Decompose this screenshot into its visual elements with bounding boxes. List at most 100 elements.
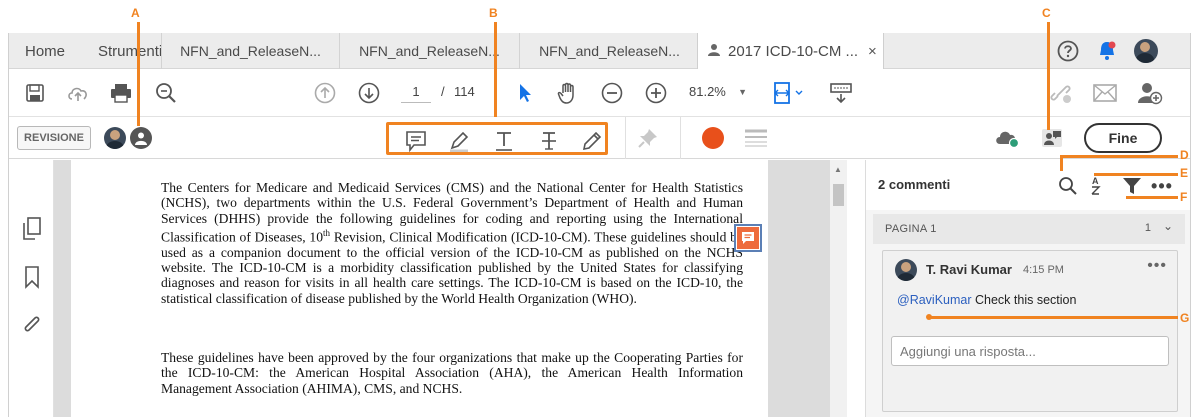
- save-icon[interactable]: [21, 79, 49, 107]
- annotation-line-b: [494, 22, 497, 117]
- text-strikethrough-icon[interactable]: [536, 129, 562, 153]
- sticky-note-marker[interactable]: [734, 224, 762, 252]
- page-number-input[interactable]: 1: [401, 81, 431, 103]
- previous-page-icon[interactable]: [311, 79, 339, 107]
- fit-page-icon[interactable]: [769, 79, 809, 107]
- comment-body: @RaviKumar Check this section: [897, 293, 1076, 307]
- scroll-up-icon[interactable]: ▲: [834, 165, 842, 174]
- tab-home-label: Home: [25, 42, 66, 60]
- attachment-icon[interactable]: [20, 312, 44, 338]
- superscript-th: th: [323, 227, 331, 238]
- notification-bell-icon[interactable]: [1094, 37, 1120, 65]
- hand-tool-icon[interactable]: [554, 79, 582, 107]
- main-toolbar: 1 / 114 81.2% ▼: [9, 69, 1190, 117]
- sticky-note-icon[interactable]: [403, 129, 429, 153]
- tab-document-2-label: NFN_and_ReleaseN...: [359, 43, 500, 59]
- annotation-label-a: A: [131, 6, 140, 20]
- reply-input[interactable]: Aggiungi una risposta...: [891, 336, 1169, 366]
- tab-document-3-label: NFN_and_ReleaseN...: [539, 43, 680, 59]
- page-group-header[interactable]: PAGINA 1 1 ⌄: [873, 214, 1185, 244]
- left-navigation-rail: [9, 160, 54, 417]
- annotation-label-f: F: [1180, 190, 1188, 204]
- zoom-out-icon[interactable]: [598, 79, 626, 107]
- person-icon: [708, 43, 720, 60]
- tab-document-active-label: 2017 ICD-10-CM ...: [728, 43, 859, 60]
- scroll-mode-icon[interactable]: [827, 79, 855, 107]
- email-icon[interactable]: [1091, 79, 1119, 107]
- more-options-icon[interactable]: •••: [1150, 174, 1174, 198]
- chevron-down-icon[interactable]: ⌄: [1163, 219, 1173, 233]
- close-tab-icon[interactable]: ×: [868, 43, 877, 60]
- pdf-page: The Centers for Medicare and Medicaid Se…: [71, 160, 768, 417]
- comment-mention[interactable]: @RaviKumar: [897, 293, 972, 307]
- done-button[interactable]: Fine: [1084, 123, 1162, 153]
- text-underline-icon[interactable]: [491, 129, 517, 153]
- annotation-label-b: B: [489, 6, 498, 20]
- sort-comments-icon[interactable]: A: [1088, 174, 1112, 198]
- tab-document-1-label: NFN_and_ReleaseN...: [180, 43, 321, 59]
- tab-document-2[interactable]: NFN_and_ReleaseN...: [339, 33, 519, 69]
- tab-document-active[interactable]: 2017 ICD-10-CM ... ×: [697, 33, 884, 70]
- review-mode-button[interactable]: REVISIONE: [17, 126, 91, 150]
- tab-tools[interactable]: Strumenti: [98, 33, 168, 69]
- zoom-level-value: 81.2%: [689, 84, 726, 99]
- comments-pane-header: 2 commenti A •••: [866, 160, 1190, 210]
- annotation-line-f: [1126, 196, 1178, 199]
- comment-author-avatar: [895, 259, 917, 281]
- print-icon[interactable]: [107, 79, 135, 107]
- annotation-line-d: [1060, 155, 1178, 158]
- document-scrollbar[interactable]: ▲: [830, 160, 847, 417]
- scrollbar-thumb[interactable]: [833, 184, 844, 206]
- pin-icon[interactable]: [635, 126, 661, 150]
- annotation-label-d: D: [1180, 148, 1189, 162]
- comment-tools-group: [386, 122, 608, 155]
- bookmark-icon[interactable]: [20, 264, 44, 290]
- zoom-in-icon[interactable]: [642, 79, 670, 107]
- pencil-draw-icon[interactable]: [579, 129, 605, 153]
- svg-text:A: A: [1092, 176, 1099, 186]
- filter-comments-icon[interactable]: [1120, 174, 1144, 198]
- line-weight-icon[interactable]: [743, 126, 769, 150]
- reviewer-avatar[interactable]: [104, 127, 126, 149]
- chevron-down-icon: ▼: [738, 87, 747, 97]
- comments-panel-icon[interactable]: [1039, 126, 1065, 150]
- page-group-count: 1: [1144, 222, 1151, 234]
- tab-tools-label: Strumenti: [98, 42, 163, 60]
- help-icon[interactable]: [1055, 37, 1081, 65]
- annotation-dot-g: [926, 314, 932, 320]
- color-picker-swatch[interactable]: [702, 127, 724, 149]
- review-toolbar: REVISIONE Fine: [9, 117, 1190, 159]
- annotation-line-a: [137, 22, 140, 126]
- add-user-icon[interactable]: [1136, 79, 1164, 107]
- comment-author: T. Ravi Kumar: [926, 262, 1012, 277]
- comment-card[interactable]: T. Ravi Kumar 4:15 PM ••• @RaviKumar Che…: [882, 250, 1178, 412]
- annotation-line-e: [1094, 173, 1178, 176]
- participant-person-icon[interactable]: [130, 127, 152, 149]
- comments-count: 2 commenti: [878, 177, 951, 192]
- annotation-line-d-drop: [1060, 155, 1063, 171]
- next-page-icon[interactable]: [355, 79, 383, 107]
- comment-more-icon[interactable]: •••: [1147, 257, 1167, 275]
- highlight-pen-icon[interactable]: [446, 129, 472, 153]
- annotation-line-c: [1047, 22, 1050, 130]
- zoom-search-icon[interactable]: [152, 79, 180, 107]
- tab-home[interactable]: Home: [25, 33, 95, 69]
- user-avatar[interactable]: [1133, 37, 1159, 65]
- tab-document-3[interactable]: NFN_and_ReleaseN...: [519, 33, 699, 69]
- page-total: 114: [454, 84, 475, 99]
- page-separator: /: [441, 84, 445, 99]
- divider: [625, 117, 626, 159]
- zoom-level-select[interactable]: 81.2% ▼: [679, 80, 751, 104]
- divider: [680, 117, 681, 159]
- select-arrow-icon[interactable]: [511, 79, 539, 107]
- page-thumbnails-icon[interactable]: [20, 216, 44, 242]
- cloud-upload-icon[interactable]: [64, 79, 92, 107]
- tab-document-1[interactable]: NFN_and_ReleaseN...: [161, 33, 339, 69]
- search-comments-icon[interactable]: [1056, 174, 1080, 198]
- document-view[interactable]: The Centers for Medicare and Medicaid Se…: [54, 160, 847, 417]
- document-paragraph-2: These guidelines have been approved by t…: [161, 350, 743, 396]
- page-group-label: PAGINA 1: [885, 223, 937, 235]
- link-icon[interactable]: [1047, 79, 1075, 107]
- document-paragraph-1: The Centers for Medicare and Medicaid Se…: [161, 180, 743, 306]
- cloud-sync-icon[interactable]: [994, 126, 1020, 150]
